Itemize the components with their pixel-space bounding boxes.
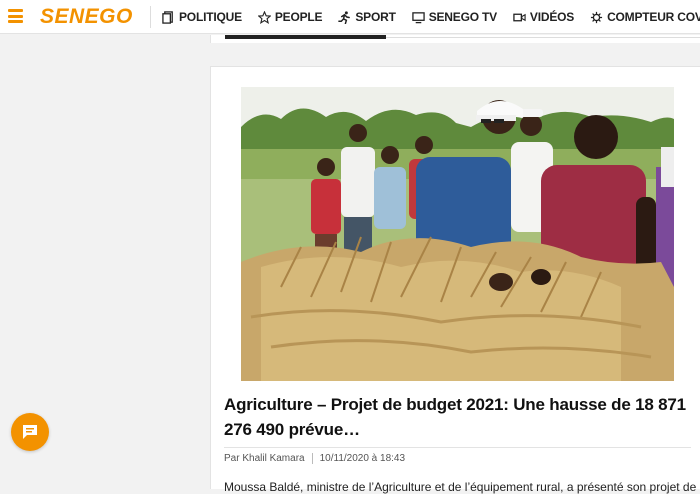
virus-icon — [591, 11, 603, 23]
nav-label: VIDÉOS — [529, 10, 575, 24]
nav-item-people[interactable]: PEOPLE — [257, 10, 323, 24]
previous-article-edge — [210, 35, 700, 43]
chat-button[interactable] — [11, 413, 49, 451]
article-date: 10/11/2020 à 18:43 — [319, 453, 406, 464]
rice-harvest-photo — [241, 87, 674, 381]
nav-item-videos[interactable]: VIDÉOS — [513, 10, 574, 24]
nav-item-politique[interactable]: POLITIQUE — [162, 10, 242, 24]
site-logo[interactable]: SENEGO — [40, 5, 133, 29]
video-camera-icon — [513, 13, 526, 21]
tv-icon — [411, 11, 425, 23]
header-divider — [150, 6, 151, 28]
meta-separator — [311, 453, 313, 464]
article-excerpt: Moussa Baldé, ministre de l’Agriculture … — [224, 480, 697, 494]
article-headline[interactable]: Agriculture – Projet de budget 2021: Une… — [224, 392, 694, 442]
nav-item-compteur-covid[interactable]: COMPTEUR COVID-19 — [590, 10, 700, 24]
menu-icon[interactable] — [8, 9, 23, 23]
nav-item-senego-tv[interactable]: SENEGO TV — [411, 10, 497, 24]
nav-label: SENEGO TV — [428, 10, 497, 24]
tab-indicator — [225, 35, 386, 39]
nav-label: PEOPLE — [274, 10, 323, 24]
nav-label: POLITIQUE — [179, 10, 242, 24]
main-nav: POLITIQUE PEOPLE SPORT SENEGO TV VIDÉOS … — [162, 0, 700, 34]
chat-bubble-icon — [23, 425, 37, 439]
article-card[interactable]: Agriculture – Projet de budget 2021: Une… — [210, 66, 700, 494]
top-navigation-bar: SENEGO POLITIQUE PEOPLE SPORT SENEGO TV … — [0, 0, 700, 34]
article-meta: Par Khalil Kamara 10/11/2020 à 18:43 — [224, 453, 405, 464]
nav-label: COMPTEUR COVID-19 — [607, 10, 700, 24]
runner-icon — [338, 10, 351, 24]
article-image[interactable] — [241, 87, 674, 381]
document-icon — [162, 10, 173, 24]
nav-item-sport[interactable]: SPORT — [338, 10, 396, 24]
meta-divider — [224, 447, 691, 448]
star-icon — [257, 10, 271, 24]
article-author[interactable]: Par Khalil Kamara — [224, 453, 305, 464]
tab-rule — [386, 37, 700, 38]
nav-label: SPORT — [355, 10, 396, 24]
